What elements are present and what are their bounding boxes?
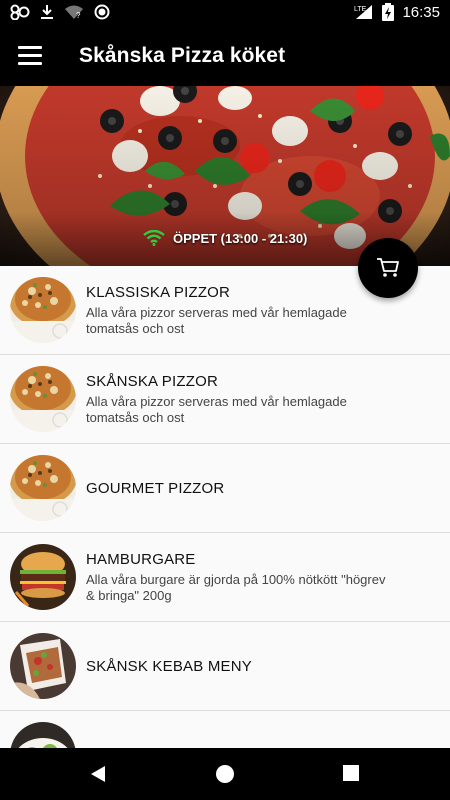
battery-icon bbox=[382, 3, 395, 21]
status-time: 16:35 bbox=[402, 3, 440, 21]
pizza-thumbnail bbox=[10, 366, 76, 432]
download-icon bbox=[41, 5, 53, 19]
category-text: HAMBURGARE Alla våra burgare är gjorda på… bbox=[86, 533, 390, 621]
svg-text:?: ? bbox=[76, 11, 81, 20]
category-description: Alla våra pizzor serveras med vår hemlag… bbox=[86, 304, 347, 336]
category-row[interactable]: HAMBURGARE Alla våra burgare är gjorda på… bbox=[0, 533, 450, 622]
home-icon[interactable] bbox=[215, 764, 235, 784]
circle-icon bbox=[94, 4, 110, 20]
category-text: SALLADER bbox=[86, 711, 390, 749]
opening-hours-text: ÖPPET (13:00 - 21:30) bbox=[173, 230, 308, 246]
category-row[interactable]: SALLADER bbox=[0, 711, 450, 748]
recents-icon[interactable] bbox=[342, 764, 360, 782]
category-text: SKÅNSKA PIZZOR Alla våra pizzor serveras … bbox=[86, 355, 390, 443]
cart-button[interactable] bbox=[358, 238, 418, 298]
navigation-bar bbox=[0, 748, 450, 800]
status-bar: ? LTE 16:35 bbox=[0, 0, 450, 26]
category-list[interactable]: KLASSISKA PIZZOR Alla våra pizzor servera… bbox=[0, 266, 450, 748]
wifi-unknown-icon: ? bbox=[65, 5, 83, 20]
status-right: LTE 16:35 bbox=[354, 3, 440, 21]
category-text: SKÅNSK KEBAB MENY bbox=[86, 622, 390, 710]
app-title: Skånska Pizza köket bbox=[79, 44, 286, 67]
cart-icon bbox=[377, 258, 399, 277]
category-description: Alla våra burgare är gjorda på 100% nötk… bbox=[86, 571, 386, 603]
back-icon[interactable] bbox=[88, 764, 108, 784]
category-row[interactable]: SKÅNSK KEBAB MENY bbox=[0, 622, 450, 711]
salad-thumbnail bbox=[10, 722, 76, 748]
app-bar: Skånska Pizza köket bbox=[0, 26, 450, 86]
category-title: HAMBURGARE bbox=[86, 550, 196, 568]
signal-icon: LTE bbox=[354, 5, 373, 19]
hamburger-menu-icon[interactable] bbox=[18, 46, 42, 66]
category-text: GOURMET PIZZOR bbox=[86, 444, 390, 532]
pizza-thumbnail bbox=[10, 455, 76, 521]
category-row[interactable]: SKÅNSKA PIZZOR Alla våra pizzor serveras … bbox=[0, 355, 450, 444]
category-row[interactable]: GOURMET PIZZOR bbox=[0, 444, 450, 533]
opening-hours-status: ÖPPET (13:00 - 21:30) bbox=[143, 230, 307, 246]
app-notification-icon bbox=[10, 4, 30, 20]
category-title: GOURMET PIZZOR bbox=[86, 479, 225, 497]
status-left-icons: ? bbox=[10, 4, 110, 20]
category-description: Alla våra pizzor serveras med vår hemlag… bbox=[86, 393, 347, 425]
category-title: SKÅNSKA PIZZOR bbox=[86, 372, 218, 390]
category-text: KLASSISKA PIZZOR Alla våra pizzor servera… bbox=[86, 266, 390, 354]
category-title: SKÅNSK KEBAB MENY bbox=[86, 657, 252, 675]
kebab-thumbnail bbox=[10, 633, 76, 699]
svg-text:LTE: LTE bbox=[354, 6, 367, 13]
wifi-icon bbox=[143, 230, 165, 246]
pizza-thumbnail bbox=[10, 277, 76, 343]
category-title: KLASSISKA PIZZOR bbox=[86, 283, 231, 301]
burger-thumbnail bbox=[10, 544, 76, 610]
